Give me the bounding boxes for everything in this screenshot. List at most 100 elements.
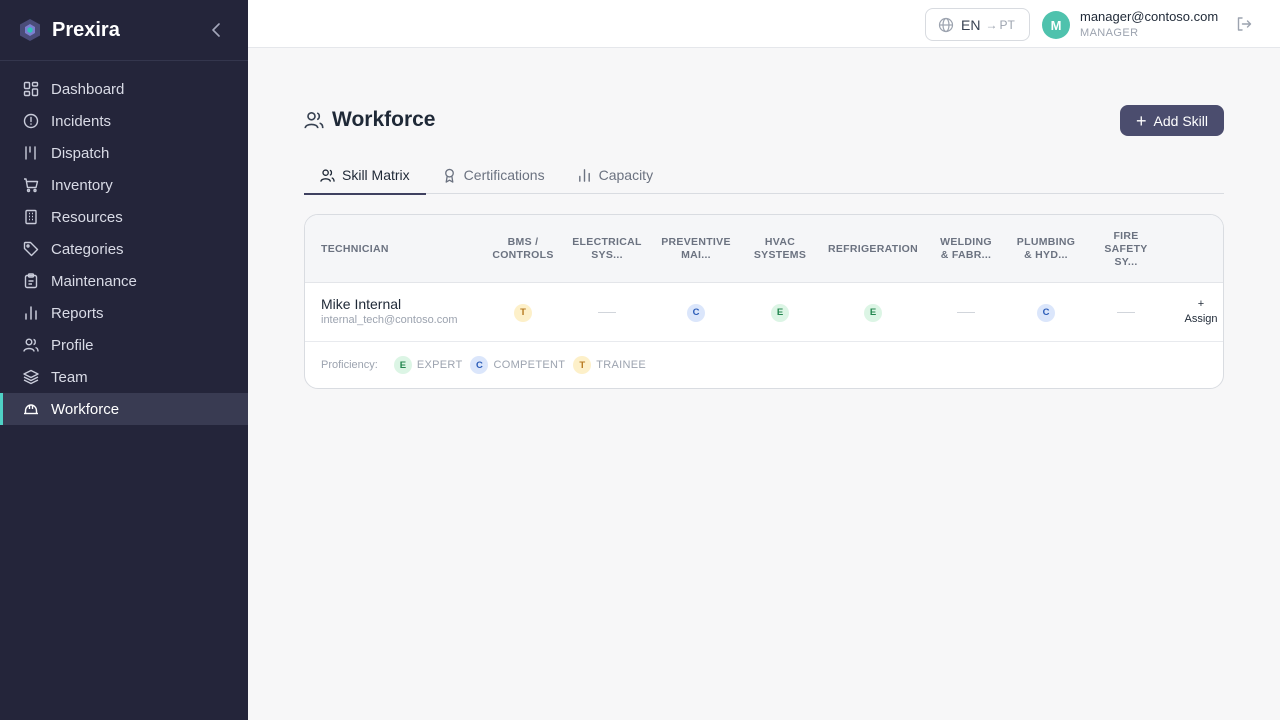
brand: Prexira: [0, 0, 248, 61]
legend-label: Proficiency:: [321, 359, 378, 371]
sidebar-item-label: Inventory: [51, 176, 113, 194]
page-title: Workforce: [304, 108, 435, 132]
tab-certifications[interactable]: Certifications: [426, 156, 561, 194]
empty-dash: [598, 312, 616, 313]
add-skill-label: Add Skill: [1153, 112, 1208, 129]
column-header-skill[interactable]: REFRIGERATION: [827, 215, 919, 283]
skill-cell[interactable]: E: [749, 283, 811, 342]
user-role: MANAGER: [1080, 27, 1139, 39]
brand-name: Prexira: [52, 18, 120, 41]
legend-badge: T: [573, 356, 592, 374]
empty-dash: [957, 312, 975, 313]
legend-item-trainee: T TRAINEE: [573, 356, 646, 374]
sidebar-item-label: Categories: [51, 240, 124, 258]
page-header: Workforce + Add Skill: [304, 104, 1224, 138]
sidebar-item-incidents[interactable]: Incidents: [0, 105, 248, 137]
table-row: Mike Internal internal_tech@contoso.com …: [305, 283, 1223, 342]
sidebar-item-categories[interactable]: Categories: [0, 233, 248, 265]
sidebar-item-team[interactable]: Team: [0, 361, 248, 393]
assign-plus: +: [1197, 298, 1205, 310]
column-header-skill[interactable]: HVAC SYSTEMS: [749, 215, 811, 283]
proficiency-badge-competent: C: [687, 303, 705, 322]
legend-item-competent: C COMPETENT: [470, 356, 565, 374]
collapse-sidebar-button[interactable]: [206, 20, 226, 40]
column-header-skill[interactable]: FIRE SAFETY SY...: [1095, 215, 1157, 283]
language-alternate: PT: [999, 17, 1015, 32]
column-header-skill[interactable]: BMS / CONTROLS: [491, 215, 555, 283]
empty-dash: [1117, 312, 1135, 313]
cart-icon: [23, 177, 39, 193]
proficiency-badge-expert: E: [771, 303, 789, 322]
prexira-logo-icon: [18, 18, 42, 42]
skill-cell[interactable]: C: [1013, 283, 1079, 342]
proficiency-legend: Proficiency: E EXPERT C COMPETENT T TRAI…: [321, 356, 654, 374]
language-current: EN: [961, 16, 981, 33]
skill-cell-empty[interactable]: [935, 283, 997, 342]
tab-label: Capacity: [598, 167, 654, 183]
proficiency-badge-expert: E: [864, 303, 882, 322]
sidebar-item-dispatch[interactable]: Dispatch: [0, 137, 248, 169]
column-header-skill[interactable]: ELECTRICAL SYS...: [571, 215, 643, 283]
user-menu[interactable]: M manager@contoso.com MANAGER: [1042, 9, 1218, 41]
add-skill-button[interactable]: + Add Skill: [1120, 105, 1224, 136]
proficiency-badge-trainee: T: [514, 303, 532, 322]
tag-icon: [23, 241, 39, 257]
user-email: manager@contoso.com: [1080, 9, 1219, 24]
skill-cell[interactable]: T: [491, 283, 555, 342]
sidebar-item-inventory[interactable]: Inventory: [0, 169, 248, 201]
legend-badge: C: [470, 356, 489, 374]
legend-name: COMPETENT: [493, 359, 566, 371]
legend-name: EXPERT: [416, 359, 463, 371]
sidebar-item-label: Reports: [51, 304, 104, 322]
alert-circle-icon: [23, 113, 39, 129]
bar-chart-icon: [577, 168, 592, 183]
sidebar-item-label: Dispatch: [51, 144, 110, 162]
dispatch-icon: [23, 145, 39, 161]
column-header-technician: TECHNICIAN: [321, 242, 389, 255]
user-info: manager@contoso.com MANAGER: [1080, 9, 1218, 41]
users-icon: [304, 110, 324, 130]
sidebar-item-dashboard[interactable]: Dashboard: [0, 73, 248, 105]
column-header-skill[interactable]: PREVENTIVE MAI...: [659, 215, 733, 283]
building-icon: [23, 209, 39, 225]
skill-cell-empty[interactable]: [571, 283, 643, 342]
table-header: TECHNICIAN BMS / CONTROLS ELECTRICAL SYS…: [305, 215, 1223, 283]
sidebar-item-reports[interactable]: Reports: [0, 297, 248, 329]
tab-label: Certifications: [463, 167, 545, 183]
plus-icon: +: [1136, 110, 1147, 131]
language-switcher[interactable]: EN → PT: [925, 8, 1030, 41]
sidebar-item-label: Maintenance: [51, 272, 137, 290]
tab-capacity[interactable]: Capacity: [561, 156, 669, 194]
column-header-skill[interactable]: WELDING & FABR...: [935, 215, 997, 283]
skill-cell-empty[interactable]: [1095, 283, 1157, 342]
sidebar-item-label: Incidents: [51, 112, 112, 130]
award-icon: [442, 168, 457, 183]
page-title-text: Workforce: [332, 108, 436, 131]
bar-chart-icon: [23, 305, 39, 321]
clipboard-icon: [23, 273, 39, 289]
sidebar-item-maintenance[interactable]: Maintenance: [0, 265, 248, 297]
legend-item-expert: E EXPERT: [393, 356, 463, 374]
users-icon: [320, 168, 335, 183]
column-header-skill[interactable]: PLUMBING & HYD...: [1013, 215, 1079, 283]
language-arrow: →: [985, 17, 998, 32]
technician-email: internal_tech@contoso.com: [321, 314, 458, 326]
globe-icon: [938, 17, 954, 33]
sidebar-item-label: Team: [51, 368, 88, 386]
assign-label: Assign: [1184, 313, 1218, 325]
sidebar-item-label: Profile: [51, 336, 94, 354]
tab-label: Skill Matrix: [342, 167, 410, 183]
sidebar-nav: Dashboard Incidents Dispatch Inventory R…: [0, 61, 248, 425]
assign-skill-button[interactable]: + Assign: [1179, 297, 1223, 327]
skill-cell[interactable]: C: [659, 283, 733, 342]
logout-icon[interactable]: [1236, 16, 1252, 32]
sidebar-item-profile[interactable]: Profile: [0, 329, 248, 361]
sidebar-item-workforce[interactable]: Workforce: [0, 393, 248, 425]
sidebar-item-resources[interactable]: Resources: [0, 201, 248, 233]
skill-cell[interactable]: E: [827, 283, 919, 342]
legend-name: TRAINEE: [596, 359, 647, 371]
tab-skill-matrix[interactable]: Skill Matrix: [304, 156, 426, 195]
avatar: M: [1042, 11, 1070, 39]
layers-icon: [23, 369, 39, 385]
sidebar-item-label: Dashboard: [51, 80, 125, 98]
